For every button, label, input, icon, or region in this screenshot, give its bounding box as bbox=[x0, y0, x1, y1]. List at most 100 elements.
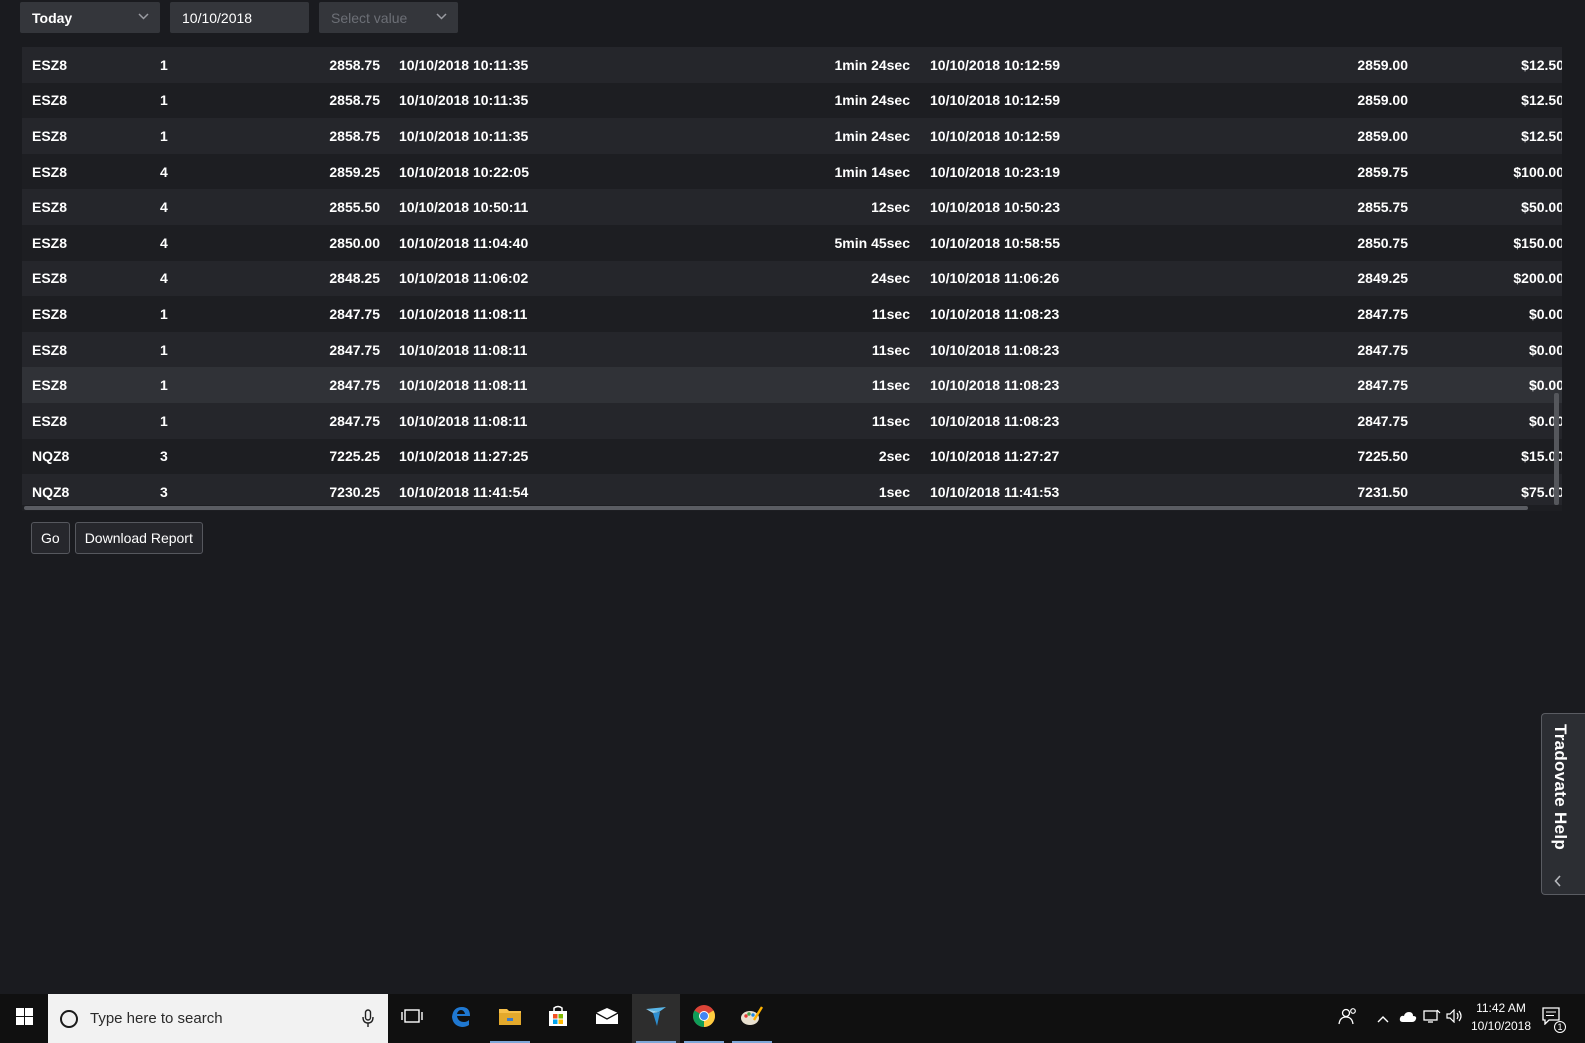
volume-button[interactable] bbox=[1446, 994, 1464, 1043]
cell-sell-time: 10/10/2018 11:41:53 bbox=[930, 483, 1060, 500]
chevron-left-icon[interactable] bbox=[1554, 874, 1562, 892]
cell-buy-time: 10/10/2018 11:41:54 bbox=[399, 483, 529, 500]
tradovate-button[interactable] bbox=[632, 994, 680, 1043]
show-hidden-icons-button[interactable] bbox=[1377, 994, 1389, 1043]
cell-quantity: 4 bbox=[160, 234, 168, 251]
cell-pnl: $12.50 bbox=[1521, 92, 1562, 109]
table-row[interactable]: ESZ8 1 2858.75 10/10/2018 10:11:35 1min 24se… bbox=[22, 118, 1562, 154]
table-row[interactable]: NQZ8 3 7225.25 10/10/2018 11:27:25 2sec 10/10… bbox=[22, 438, 1562, 475]
cell-duration: 11sec bbox=[871, 377, 910, 394]
cell-symbol: ESZ8 bbox=[32, 377, 68, 394]
cell-quantity: 1 bbox=[160, 377, 168, 394]
cell-pnl: $12.50 bbox=[1521, 56, 1562, 73]
start-button[interactable] bbox=[0, 994, 48, 1043]
cell-buy-price: 7225.25 bbox=[329, 448, 380, 465]
period-select-value: Today bbox=[32, 9, 73, 26]
cell-buy-price: 2858.75 bbox=[329, 127, 380, 144]
table-row[interactable]: ESZ8 1 2858.75 10/10/2018 10:11:35 1min 24se… bbox=[22, 47, 1562, 83]
chevron-down-icon bbox=[436, 12, 447, 23]
cell-buy-price: 2850.00 bbox=[329, 234, 380, 251]
filter-bar: Today 10/10/2018 Select value bbox=[20, 2, 458, 33]
cell-buy-time: 10/10/2018 10:50:11 bbox=[399, 199, 529, 216]
cell-sell-price: 2859.00 bbox=[1357, 127, 1408, 144]
table-row[interactable]: ESZ8 1 2847.75 10/10/2018 11:08:11 11sec 10/1… bbox=[22, 296, 1562, 332]
cell-quantity: 3 bbox=[160, 483, 168, 500]
mail-icon bbox=[595, 1007, 619, 1030]
vertical-scrollbar-thumb[interactable] bbox=[1554, 393, 1559, 505]
table-row[interactable]: ESZ8 4 2848.25 10/10/2018 11:06:02 24sec 10/1… bbox=[22, 260, 1562, 297]
cell-sell-price: 2850.75 bbox=[1357, 234, 1408, 251]
cell-buy-price: 2847.75 bbox=[329, 377, 380, 394]
cell-symbol: ESZ8 bbox=[32, 270, 68, 287]
taskbar-search[interactable]: Type here to search bbox=[48, 994, 388, 1043]
chevron-up-icon bbox=[1377, 1010, 1389, 1028]
horizontal-scrollbar-thumb[interactable] bbox=[24, 506, 1528, 510]
cell-sell-time: 10/10/2018 10:23:19 bbox=[930, 163, 1060, 180]
chrome-button[interactable] bbox=[680, 994, 728, 1043]
cell-duration: 1sec bbox=[878, 483, 910, 500]
volume-icon bbox=[1446, 1008, 1464, 1028]
store-button[interactable] bbox=[534, 994, 582, 1043]
value-select[interactable]: Select value bbox=[319, 2, 458, 33]
table-row[interactable]: ESZ8 4 2850.00 10/10/2018 11:04:40 5min 45se… bbox=[22, 224, 1562, 261]
cell-duration: 12sec bbox=[871, 199, 910, 216]
taskbar-clock[interactable]: 11:42 AM 10/10/2018 bbox=[1466, 999, 1536, 1035]
network-button[interactable] bbox=[1423, 994, 1441, 1043]
cell-pnl: $0.00 bbox=[1528, 412, 1562, 429]
horizontal-scrollbar[interactable] bbox=[22, 505, 1562, 511]
cell-pnl: $0.00 bbox=[1528, 377, 1562, 394]
windows-icon bbox=[15, 1007, 33, 1030]
table-row[interactable]: ESZ8 4 2859.25 10/10/2018 10:22:05 1min 14se… bbox=[22, 153, 1562, 190]
cell-pnl: $15.00 bbox=[1521, 448, 1562, 465]
cell-duration: 1min 24sec bbox=[834, 127, 911, 144]
cell-sell-time: 10/10/2018 11:08:23 bbox=[930, 341, 1060, 358]
cell-symbol: NQZ8 bbox=[32, 448, 70, 465]
cell-duration: 1min 24sec bbox=[834, 56, 911, 73]
onedrive-button[interactable] bbox=[1399, 994, 1417, 1043]
cell-quantity: 4 bbox=[160, 270, 168, 287]
go-button[interactable]: Go bbox=[31, 522, 70, 554]
period-select[interactable]: Today bbox=[20, 2, 160, 33]
cell-duration: 11sec bbox=[871, 341, 910, 358]
cell-symbol: ESZ8 bbox=[32, 56, 68, 73]
store-icon bbox=[547, 1005, 569, 1032]
download-report-button[interactable]: Download Report bbox=[74, 522, 203, 554]
cell-duration: 24sec bbox=[871, 270, 910, 287]
paint-button[interactable] bbox=[728, 994, 776, 1043]
cell-sell-price: 2859.75 bbox=[1357, 163, 1408, 180]
file-explorer-icon bbox=[498, 1006, 522, 1031]
table-row[interactable]: ESZ8 1 2847.75 10/10/2018 11:08:11 11sec 10/1… bbox=[22, 367, 1562, 403]
table-row[interactable]: ESZ8 1 2858.75 10/10/2018 10:11:35 1min 24se… bbox=[22, 82, 1562, 119]
cell-sell-price: 2859.00 bbox=[1357, 56, 1408, 73]
table-row[interactable]: ESZ8 4 2855.50 10/10/2018 10:50:11 12sec 10/1… bbox=[22, 189, 1562, 225]
cell-buy-time: 10/10/2018 10:11:35 bbox=[399, 56, 529, 73]
cell-symbol: ESZ8 bbox=[32, 305, 68, 322]
notification-icon: 1 bbox=[1542, 1007, 1566, 1033]
microphone-icon[interactable] bbox=[362, 1009, 374, 1032]
cell-buy-time: 10/10/2018 11:08:11 bbox=[399, 341, 528, 358]
table-row[interactable]: ESZ8 1 2847.75 10/10/2018 11:08:11 11sec 10/1… bbox=[22, 402, 1562, 439]
cell-pnl: $200.00 bbox=[1513, 270, 1562, 287]
cell-sell-time: 10/10/2018 11:27:27 bbox=[930, 448, 1060, 465]
table-row[interactable]: ESZ8 1 2847.75 10/10/2018 11:08:11 11sec 10/1… bbox=[22, 331, 1562, 368]
action-center-button[interactable]: 1 bbox=[1542, 994, 1566, 1043]
table-row[interactable]: NQZ8 3 7230.25 10/10/2018 11:41:54 1sec 10/10… bbox=[22, 474, 1562, 505]
file-explorer-button[interactable] bbox=[486, 994, 534, 1043]
cell-pnl: $0.00 bbox=[1528, 305, 1562, 322]
cell-duration: 1min 14sec bbox=[834, 163, 911, 180]
date-input[interactable]: 10/10/2018 bbox=[170, 2, 309, 33]
cell-buy-price: 2847.75 bbox=[329, 412, 380, 429]
notification-count: 1 bbox=[1554, 1021, 1566, 1033]
help-tab[interactable]: Tradovate Help bbox=[1541, 713, 1585, 895]
cell-buy-time: 10/10/2018 11:04:40 bbox=[399, 234, 529, 251]
cell-symbol: ESZ8 bbox=[32, 234, 68, 251]
cell-sell-time: 10/10/2018 11:08:23 bbox=[930, 412, 1060, 429]
mail-button[interactable] bbox=[583, 994, 631, 1043]
trades-table: ESZ8 1 2858.75 10/10/2018 10:11:35 1min 24se… bbox=[22, 47, 1562, 505]
cell-symbol: ESZ8 bbox=[32, 341, 68, 358]
people-button[interactable] bbox=[1338, 994, 1358, 1043]
paint-icon bbox=[740, 1004, 764, 1033]
edge-button[interactable] bbox=[437, 994, 485, 1043]
task-view-button[interactable] bbox=[388, 994, 436, 1043]
cell-quantity: 1 bbox=[160, 56, 168, 73]
